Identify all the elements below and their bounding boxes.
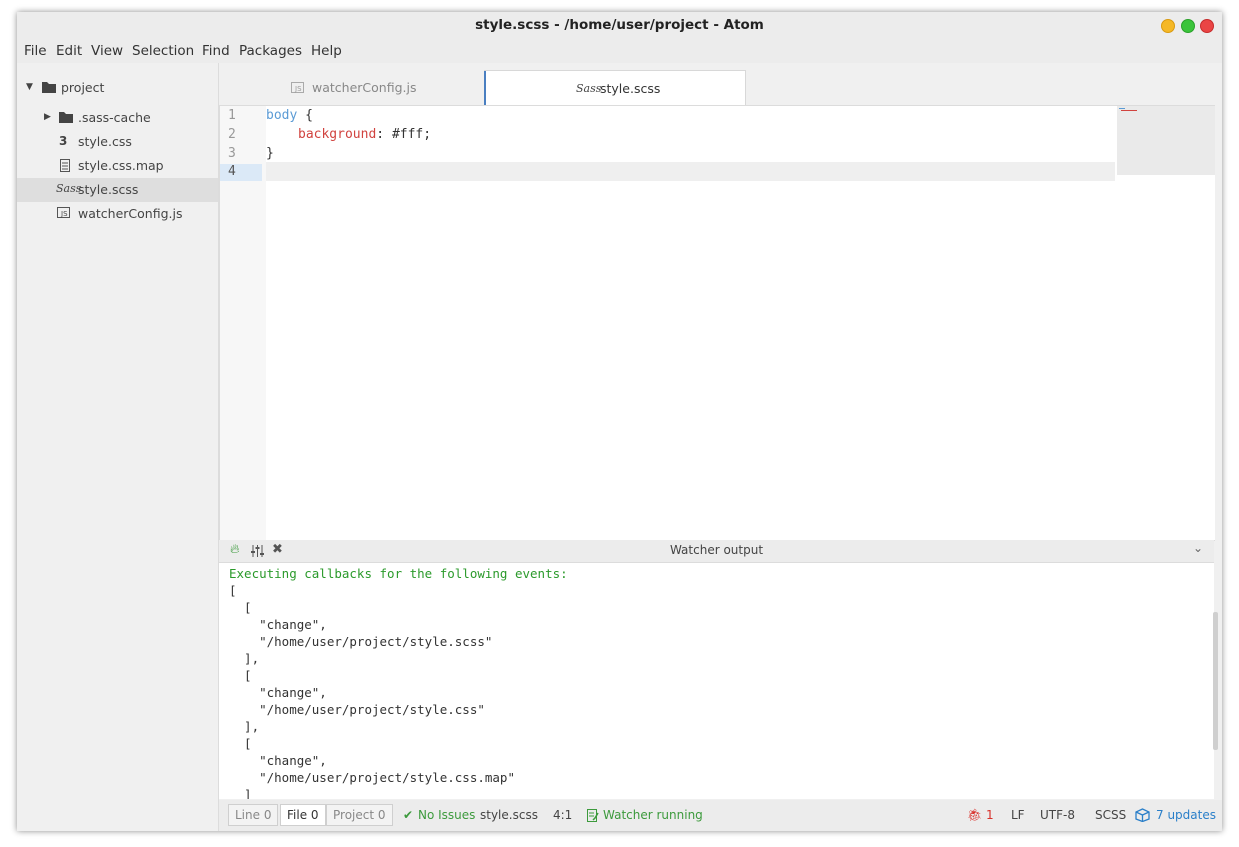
code-line-1: body {: [266, 108, 313, 127]
window-title: style.scss - /home/user/project - Atom: [475, 17, 764, 33]
file-encoding[interactable]: UTF-8: [1040, 808, 1075, 822]
minimap-line: [1121, 110, 1137, 111]
tree-item-watcherconfig-js[interactable]: JS watcherConfig.js: [17, 202, 218, 226]
js-file-icon: JS: [57, 207, 70, 218]
css-brace: {: [297, 108, 313, 123]
line-number: 3: [228, 146, 236, 161]
minimap[interactable]: [1117, 106, 1215, 175]
tree-item-label: style.css.map: [78, 158, 164, 173]
tab-bar: JS watcherConfig.js Sass style.scss: [219, 63, 1222, 106]
grammar-selector[interactable]: SCSS: [1095, 808, 1126, 822]
line-number-current: 4: [220, 164, 262, 181]
output-line: "/home/user/project/style.css.map": [229, 770, 515, 785]
code-line-2: background: #fff;: [298, 127, 431, 146]
tab-label: style.scss: [600, 81, 661, 96]
folder-icon: [59, 112, 73, 123]
output-line: [: [229, 668, 252, 683]
chevron-right-icon: ▶: [44, 112, 51, 122]
output-line: "/home/user/project/style.scss": [229, 634, 493, 649]
output-line: "/home/user/project/style.css": [229, 702, 485, 717]
cursor-line-highlight: [266, 162, 1115, 181]
tree-item-style-css[interactable]: 3 style.css: [17, 130, 218, 154]
bug-icon: 🐞︎: [967, 808, 983, 822]
tree-root-label: project: [61, 80, 105, 95]
watcher-panel-header: 🔥︎ ✖ Watcher output ⌄: [219, 540, 1214, 563]
js-file-icon: JS: [291, 82, 304, 93]
check-icon: ✔: [403, 808, 414, 822]
linter-project-count[interactable]: Project 0: [326, 804, 393, 826]
tree-root-project[interactable]: ▼ project: [17, 76, 218, 100]
menu-view[interactable]: View: [91, 43, 123, 59]
folder-icon: [42, 82, 56, 93]
menu-selection[interactable]: Selection: [132, 43, 194, 59]
linter-file-count[interactable]: File 0: [280, 804, 326, 826]
tab-watcherconfig-js[interactable]: JS watcherConfig.js: [219, 70, 483, 105]
chevron-down-icon[interactable]: ⌄: [1193, 541, 1203, 555]
watcher-icon: [587, 809, 599, 822]
output-line: "change",: [229, 685, 327, 700]
panel-title: Watcher output: [669, 543, 764, 557]
menu-edit[interactable]: Edit: [56, 43, 82, 59]
status-filename[interactable]: style.scss: [480, 808, 538, 822]
tree-item-label: .sass-cache: [78, 110, 151, 125]
output-line: ]: [229, 787, 252, 799]
minimap-line: [1119, 108, 1125, 109]
output-line: "change",: [229, 753, 327, 768]
cursor-position[interactable]: 4:1: [553, 808, 572, 822]
package-icon: [1135, 808, 1150, 822]
tree-item-label: watcherConfig.js: [78, 206, 183, 221]
line-number: 2: [228, 127, 236, 142]
text-file-icon: [60, 159, 70, 172]
output-line: [: [229, 583, 237, 598]
tree-item-sass-cache[interactable]: ▶ .sass-cache: [17, 106, 218, 130]
close-window-button[interactable]: [1200, 19, 1214, 33]
output-line: ],: [229, 651, 260, 666]
tree-view: ▼ project ▶ .sass-cache 3 style.css styl…: [17, 63, 219, 831]
watcher-status[interactable]: Watcher running: [603, 808, 703, 822]
package-updates[interactable]: 7 updates: [1156, 808, 1216, 822]
linter-line-count[interactable]: Line 0: [228, 804, 279, 826]
css-file-icon: 3: [59, 134, 68, 148]
output-line: "change",: [229, 617, 327, 632]
maximize-button[interactable]: [1181, 19, 1195, 33]
output-line: Executing callbacks for the following ev…: [229, 566, 568, 581]
code-line-3: }: [266, 146, 274, 161]
menu-help[interactable]: Help: [311, 43, 342, 59]
title-bar[interactable]: style.scss - /home/user/project - Atom: [17, 12, 1222, 39]
menu-packages[interactable]: Packages: [239, 43, 302, 59]
output-scrollbar[interactable]: [1213, 612, 1218, 750]
chevron-down-icon: ▼: [26, 82, 33, 92]
menu-file[interactable]: File: [24, 43, 47, 59]
tab-style-scss[interactable]: Sass style.scss: [484, 70, 746, 106]
sass-file-icon: Sass: [576, 82, 602, 95]
tree-item-style-scss[interactable]: Sass style.scss: [17, 178, 218, 202]
tree-item-label: style.css: [78, 134, 132, 149]
tree-item-label: style.scss: [78, 182, 139, 197]
watcher-output[interactable]: Executing callbacks for the following ev…: [219, 563, 1214, 799]
line-number: 1: [228, 108, 236, 123]
line-ending[interactable]: LF: [1011, 808, 1025, 822]
text-editor[interactable]: 1 2 3 4 body { background: #fff; }: [219, 105, 1215, 541]
css-colon: :: [376, 127, 392, 142]
css-property: background: [298, 127, 377, 142]
menu-find[interactable]: Find: [202, 43, 230, 59]
status-bar: Line 0 File 0 Project 0 ✔ No Issues styl…: [219, 800, 1222, 831]
error-count[interactable]: 1: [986, 808, 994, 822]
menu-bar: File Edit View Selection Find Packages H…: [17, 39, 1222, 63]
output-line: ],: [229, 719, 260, 734]
output-line: [: [229, 600, 252, 615]
linter-status[interactable]: No Issues: [418, 808, 475, 822]
line-number-gutter: 1 2 3 4: [220, 106, 266, 540]
output-line: [: [229, 736, 252, 751]
atom-window: style.scss - /home/user/project - Atom F…: [17, 12, 1222, 831]
tree-item-style-css-map[interactable]: style.css.map: [17, 154, 218, 178]
tab-label: watcherConfig.js: [312, 80, 417, 95]
css-selector: body: [266, 108, 298, 123]
css-value: #fff;: [391, 127, 432, 142]
minimize-button[interactable]: [1161, 19, 1175, 33]
